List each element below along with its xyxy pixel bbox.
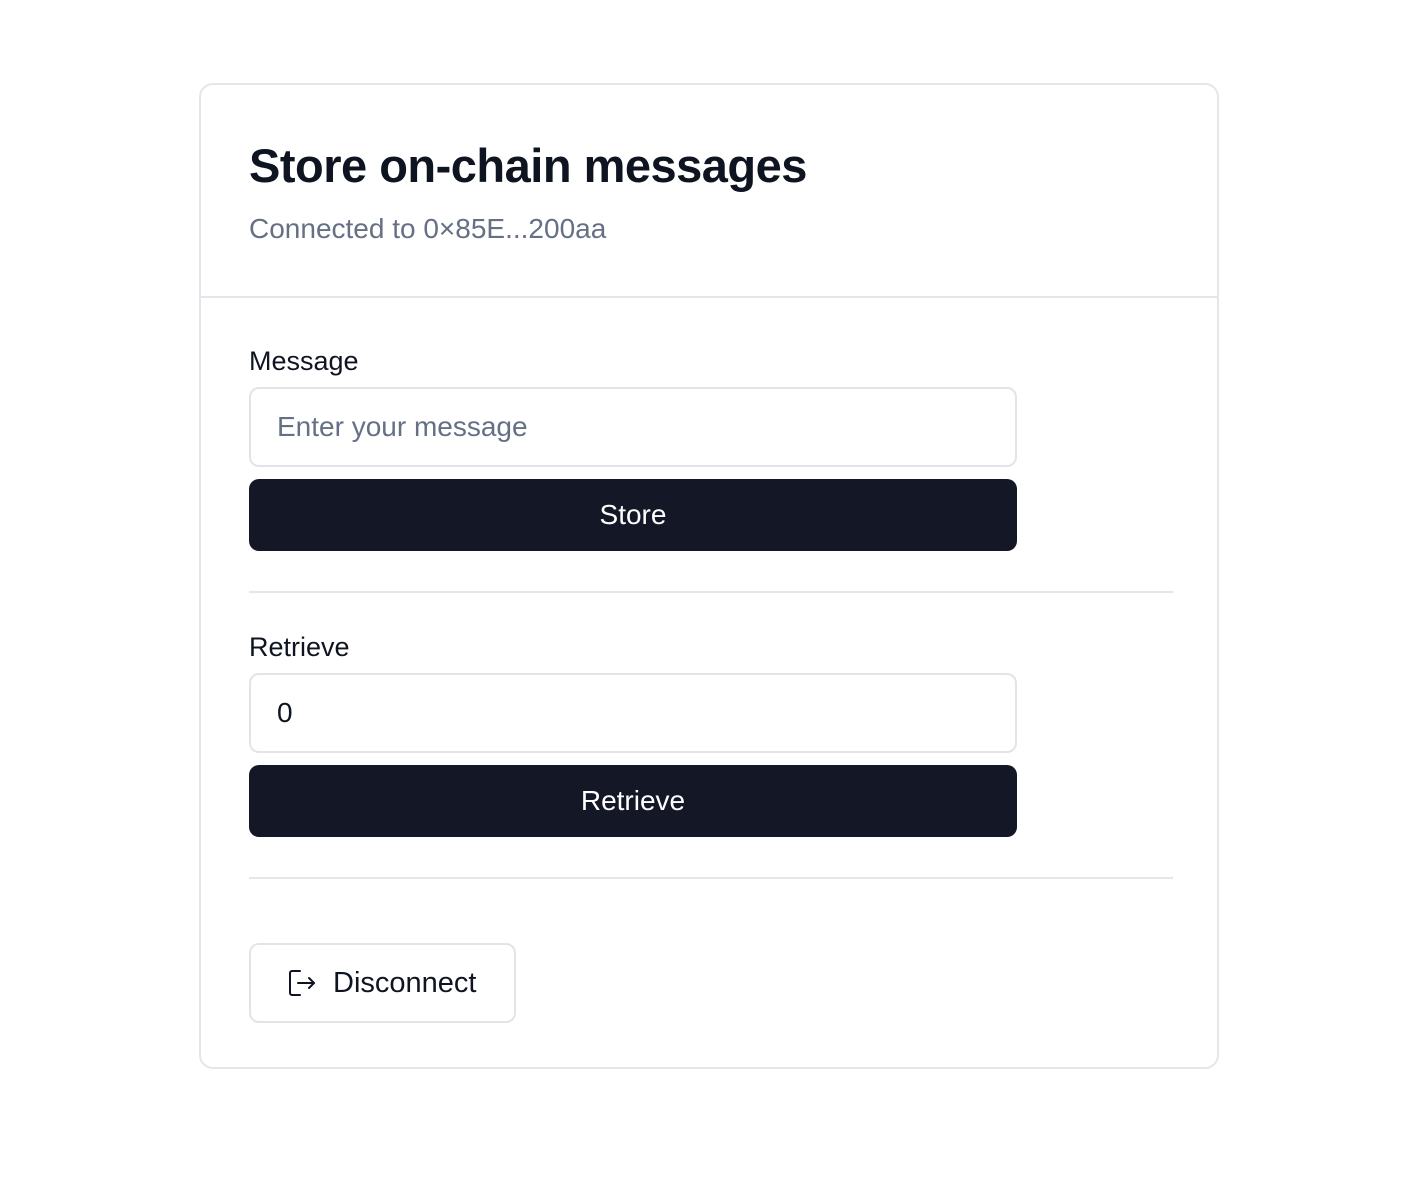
retrieve-label: Retrieve [249, 632, 350, 662]
retrieve-index-input[interactable] [249, 673, 1017, 753]
message-input[interactable] [249, 387, 1017, 467]
page-title: Store on-chain messages [249, 139, 807, 192]
messages-card: Store on-chain messages Connected to 0×8… [199, 83, 1219, 1069]
disconnect-label: Disconnect [333, 966, 477, 999]
retrieve-button[interactable]: Retrieve [249, 765, 1017, 837]
divider [249, 877, 1173, 879]
logout-icon [287, 968, 317, 998]
connection-status: Connected to 0×85E...200aa [249, 213, 607, 244]
card-header: Store on-chain messages Connected to 0×8… [201, 85, 1217, 298]
divider [249, 591, 1173, 593]
disconnect-button[interactable]: Disconnect [249, 943, 516, 1023]
message-label: Message [249, 346, 359, 376]
store-button[interactable]: Store [249, 479, 1017, 551]
